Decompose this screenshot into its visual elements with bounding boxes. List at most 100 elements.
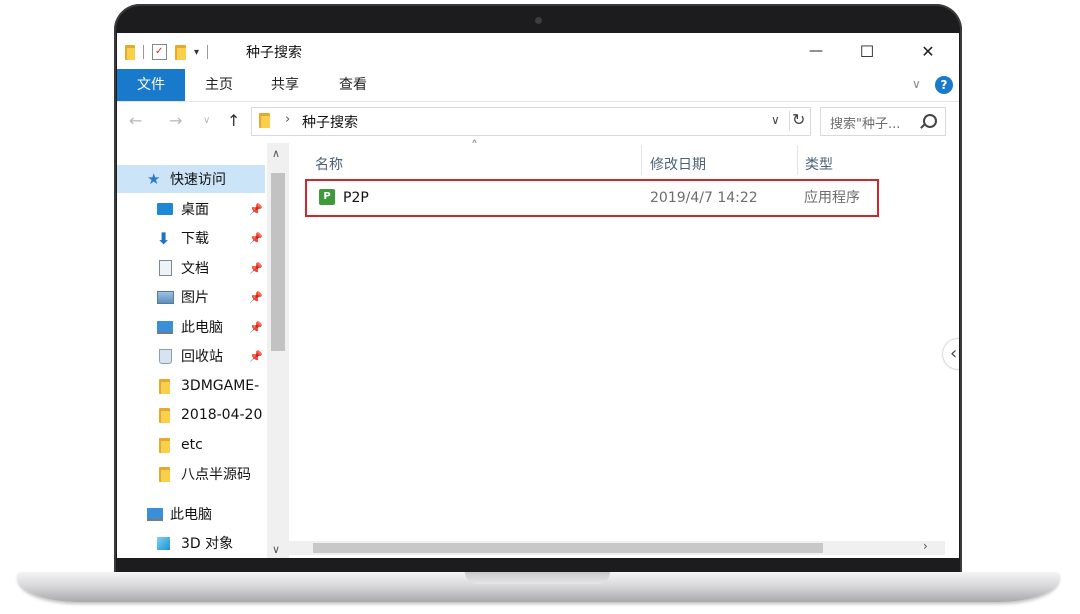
folder-icon <box>159 466 170 482</box>
nav-scrollbar-thumb[interactable] <box>271 173 285 351</box>
separator <box>789 111 790 131</box>
column-header-name[interactable]: 名称 <box>315 151 343 179</box>
sidebar-item-desktop[interactable]: 桌面 📌 <box>117 195 267 223</box>
file-modified: 2019/4/7 14:22 <box>650 190 758 206</box>
search-box[interactable]: 搜索"种子... <box>820 107 946 136</box>
folder-icon <box>159 407 170 423</box>
sidebar-item-recycle-bin[interactable]: 回收站 📌 <box>117 342 267 370</box>
pin-icon[interactable]: 📌 <box>249 321 263 334</box>
address-bar[interactable]: › 种子搜索 ∨ ↻ <box>251 107 811 136</box>
sort-ascending-icon: ˄ <box>471 139 478 155</box>
sidebar-item-pictures[interactable]: 图片 📌 <box>117 283 267 311</box>
horizontal-scrollbar[interactable]: › <box>289 539 945 555</box>
separator <box>143 45 144 59</box>
sidebar-item-3dmgame[interactable]: 3DMGAME- <box>117 372 267 400</box>
horizontal-scrollbar-thumb[interactable] <box>313 543 823 553</box>
minimize-button[interactable]: — <box>793 33 839 69</box>
quick-access-toolbar: ✓ ▾ <box>125 43 209 61</box>
folder-icon <box>159 437 170 453</box>
column-header-modified[interactable]: 修改日期 <box>650 151 706 179</box>
pin-icon[interactable]: 📌 <box>249 262 263 275</box>
ribbon-tabs: 文件 主页 共享 查看 ∨ ? <box>117 69 959 102</box>
folder-icon <box>125 44 135 60</box>
recent-locations-icon[interactable]: ∨ <box>203 115 210 126</box>
tab-home[interactable]: 主页 <box>195 69 243 101</box>
sidebar-item-this-pc-pinned[interactable]: 此电脑 📌 <box>117 313 267 341</box>
scroll-right-icon[interactable]: › <box>923 539 928 553</box>
sidebar-item-label: 3D 对象 <box>181 536 234 552</box>
computer-icon <box>147 507 163 521</box>
sidebar-item-label: 回收站 <box>181 349 223 365</box>
sidebar-item-label: 快速访问 <box>170 172 226 188</box>
pin-icon[interactable]: 📌 <box>249 203 263 216</box>
sidebar-item-label: 此电脑 <box>181 320 223 336</box>
help-icon[interactable]: ? <box>935 76 953 94</box>
file-type: 应用程序 <box>804 190 860 206</box>
tab-file[interactable]: 文件 <box>117 69 185 101</box>
sidebar-item-label: 图片 <box>181 290 209 306</box>
table-row[interactable]: P P2P 2019/4/7 14:22 应用程序 <box>305 179 879 217</box>
column-header-type[interactable]: 类型 <box>805 151 833 179</box>
star-icon: ★ <box>147 170 161 188</box>
sidebar-item-label: 文档 <box>181 261 209 277</box>
sidebar-item-3d-objects[interactable]: 3D 对象 <box>117 529 267 557</box>
sidebar-item-this-pc[interactable]: 此电脑 <box>117 500 267 528</box>
sidebar-item-label: 3DMGAME- <box>181 378 260 394</box>
refresh-icon[interactable]: ↻ <box>792 110 805 129</box>
up-icon[interactable]: ↑ <box>227 111 240 130</box>
scroll-down-icon[interactable]: ∨ <box>272 543 280 556</box>
sidebar-item-label: 桌面 <box>181 202 209 218</box>
sidebar-item-badianban[interactable]: 八点半源码 <box>117 460 267 488</box>
pin-icon[interactable]: 📌 <box>249 350 263 363</box>
search-icon[interactable] <box>923 114 937 128</box>
tab-share[interactable]: 共享 <box>261 69 309 101</box>
desktop-icon <box>157 203 173 215</box>
close-button[interactable]: ✕ <box>905 33 951 69</box>
pin-icon[interactable]: 📌 <box>249 291 263 304</box>
folder-icon <box>159 378 170 394</box>
nav-scrollbar[interactable]: ∧ ∨ <box>267 143 289 558</box>
folder-icon <box>259 113 270 128</box>
forward-icon[interactable]: → <box>169 111 182 130</box>
application-icon: P <box>319 189 335 205</box>
3d-objects-icon <box>157 536 170 550</box>
column-divider[interactable] <box>797 145 798 175</box>
properties-icon[interactable]: ✓ <box>152 44 167 60</box>
address-dropdown-icon[interactable]: ∨ <box>771 113 780 127</box>
sidebar-item-documents[interactable]: 文档 📌 <box>117 254 267 282</box>
tab-view[interactable]: 查看 <box>329 69 377 101</box>
recycle-bin-icon <box>159 348 172 364</box>
laptop-notch <box>465 572 610 584</box>
sidebar-item-2018-04-20[interactable]: 2018-04-20 <box>117 401 267 429</box>
sidebar-item-quick-access[interactable]: ★ 快速访问 <box>117 165 265 193</box>
download-icon: ⬇ <box>157 228 171 248</box>
scroll-up-icon[interactable]: ∧ <box>272 147 280 160</box>
document-icon <box>159 260 172 276</box>
breadcrumb-chevron-icon[interactable]: › <box>285 112 290 127</box>
customize-toolbar-icon[interactable]: ▾ <box>194 47 199 58</box>
navigation-pane: ★ 快速访问 桌面 📌 ⬇ 下载 📌 文档 📌 图片 📌 此电脑 📌 回收站 📌… <box>117 143 289 558</box>
file-list: ˄ 名称 修改日期 类型 P P2P 2019/4/7 14:22 应用程序 <box>289 139 959 558</box>
sidebar-item-etc[interactable]: etc <box>117 431 267 459</box>
separator <box>207 45 209 59</box>
sidebar-item-label: etc <box>181 437 203 453</box>
sidebar-item-label: 2018-04-20 <box>181 407 263 423</box>
maximize-button[interactable]: ☐ <box>844 33 890 69</box>
window-title: 种子搜索 <box>246 45 302 61</box>
pictures-icon <box>157 290 174 304</box>
sidebar-item-label: 此电脑 <box>170 507 212 523</box>
back-icon[interactable]: ← <box>129 111 142 130</box>
sidebar-item-label: 八点半源码 <box>181 467 251 483</box>
file-name[interactable]: P2P <box>343 181 369 215</box>
sidebar-item-downloads[interactable]: ⬇ 下载 📌 <box>117 224 267 252</box>
new-folder-icon[interactable] <box>175 44 186 60</box>
column-divider[interactable] <box>641 145 642 175</box>
pin-icon[interactable]: 📌 <box>249 232 263 245</box>
search-input[interactable]: 搜索"种子... <box>830 113 900 132</box>
explorer-window: ✓ ▾ 种子搜索 — ☐ ✕ 文件 主页 共享 查看 ∨ ? ← → ∨ ↑ ›… <box>117 33 959 558</box>
breadcrumb-current[interactable]: 种子搜索 <box>302 112 358 132</box>
title-bar: ✓ ▾ 种子搜索 — ☐ ✕ <box>117 33 959 69</box>
sidebar-item-label: 下载 <box>181 231 209 247</box>
computer-icon <box>157 320 173 334</box>
expand-ribbon-icon[interactable]: ∨ <box>912 77 921 91</box>
